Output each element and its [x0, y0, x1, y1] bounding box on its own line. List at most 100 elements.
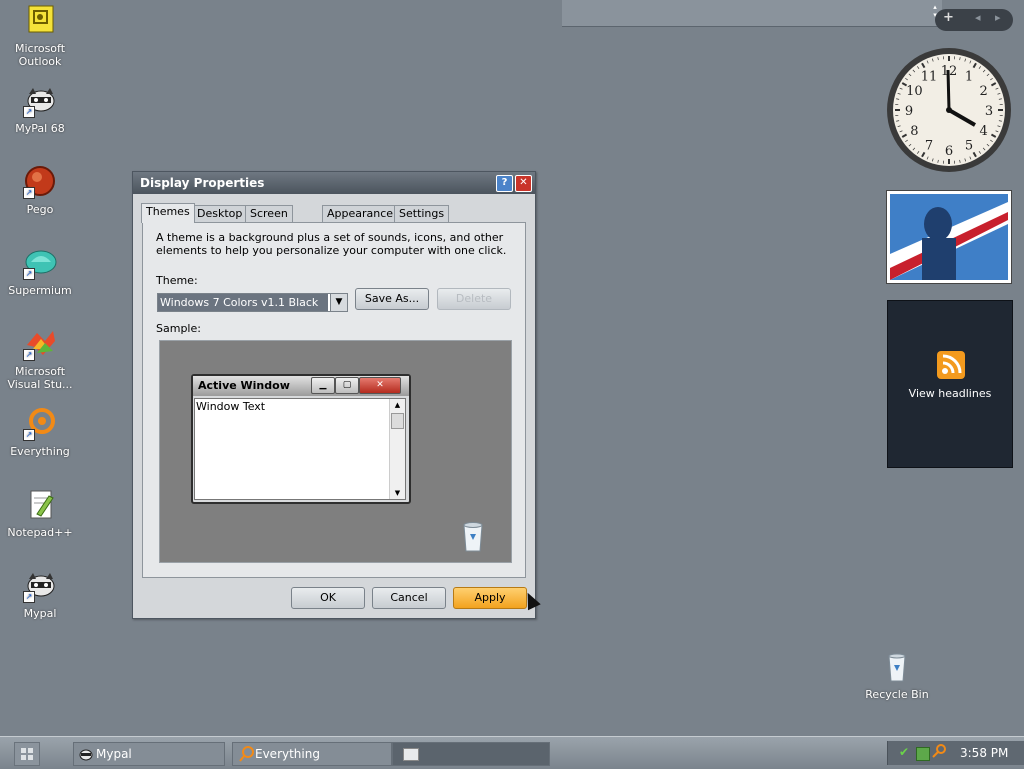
desktop-icon-label: Mypal [3, 607, 77, 620]
desktop-icon-notepad-plus-plus[interactable]: Notepad++ [3, 488, 77, 539]
rss-feed-icon [937, 351, 965, 379]
shortcut-arrow-icon: ↗ [23, 429, 35, 441]
desktop-icon-mypal[interactable]: ↗ Mypal [3, 569, 77, 620]
maximize-icon: ▢ [335, 377, 359, 394]
desktop-icon-supermium[interactable]: ↗ Supermium [3, 246, 77, 297]
taskbar-button-everything[interactable]: Everything [232, 742, 392, 766]
tab-settings[interactable]: Settings [394, 205, 449, 222]
clock-tick [902, 135, 906, 138]
close-button[interactable]: ✕ [515, 175, 532, 192]
desktop-icon-mypal-68[interactable]: ↗ MyPal 68 [3, 84, 77, 135]
recycle-bin-icon [880, 650, 914, 684]
clock-tick [979, 66, 981, 68]
cancel-button[interactable]: Cancel [372, 587, 446, 609]
sample-window-text: Window Text [196, 400, 265, 413]
clock-tick [999, 99, 1002, 100]
clock-face: 111098765432112 [893, 54, 1005, 166]
theme-select[interactable]: Windows 7 Colors v1.1 Black ▼ [157, 293, 348, 312]
apply-button[interactable]: Apply [453, 587, 527, 609]
clock-tick [913, 148, 915, 150]
clock-tick [991, 135, 995, 138]
tab-themes[interactable]: Themes [141, 203, 195, 223]
clock-tick [917, 151, 919, 153]
clock-time[interactable]: 3:58 PM [960, 746, 1008, 760]
clock-tick [927, 61, 928, 64]
clock-tick [965, 59, 966, 62]
clock-numeral: 11 [921, 69, 938, 84]
clock-dial: 111098765432112 [893, 54, 1005, 166]
tab-desktop[interactable]: Desktop [192, 205, 247, 222]
clock-numeral: 9 [905, 104, 913, 119]
scroll-down-icon: ▼ [390, 487, 405, 499]
system-tray: ✔ 3:58 PM [887, 741, 1024, 765]
clock-tick [970, 157, 971, 160]
clock-numeral: 5 [965, 139, 973, 154]
clock-tick [983, 148, 985, 150]
desktop-icon-everything[interactable]: ↗ Everything [3, 407, 77, 458]
desktop-icon-microsoft-outlook[interactable]: Microsoft Outlook [3, 4, 77, 68]
desktop-icon-microsoft-visual-studio[interactable]: ↗ Microsoft Visual Stu... [3, 327, 77, 391]
clock-tick [983, 70, 985, 72]
themes-panel: A theme is a background plus a set of so… [142, 222, 526, 578]
chevron-down-icon[interactable]: ▼ [330, 294, 347, 311]
scroll-up-icon: ▲ [390, 399, 405, 411]
clock-tick [900, 131, 903, 132]
scrollbar-thumb [391, 413, 404, 429]
desktop-icon-pego[interactable]: ↗ Pego [3, 165, 77, 216]
save-as-button[interactable]: Save As... [355, 288, 429, 310]
clock-tick [896, 121, 899, 122]
tab-screen-saver[interactable]: Screen Saver [245, 205, 293, 222]
outlook-icon [23, 4, 57, 38]
desktop-icon-label: Microsoft Visual Stu... [3, 365, 77, 391]
dialog-titlebar[interactable]: Display Properties ? ✕ [133, 172, 535, 194]
sample-label: Sample: [156, 322, 201, 335]
next-gadget-button[interactable]: ▸ [995, 11, 1001, 24]
desktop-icon-label: Supermium [3, 284, 77, 297]
clock-tick [917, 66, 919, 68]
previous-gadget-button[interactable]: ◂ [975, 11, 981, 24]
clock-tick [938, 160, 939, 163]
clock-tick [922, 152, 925, 156]
close-icon: ✕ [519, 177, 527, 188]
theme-label: Theme: [156, 274, 198, 287]
add-gadget-button[interactable]: + [943, 10, 954, 25]
view-headlines-link[interactable]: View headlines [888, 387, 1012, 400]
clock-tick [991, 83, 995, 86]
clock-numeral: 4 [980, 124, 988, 139]
help-button[interactable]: ? [496, 175, 513, 192]
clock-tick [905, 140, 907, 142]
clock-tick [905, 78, 907, 80]
clock-tick [913, 70, 915, 72]
clock-numeral: 1 [965, 69, 973, 84]
search-icon[interactable] [931, 743, 947, 759]
window-icon [403, 748, 419, 761]
sample-window-title: Active Window [198, 379, 290, 392]
ok-button[interactable]: OK [291, 587, 365, 609]
feed-headlines-gadget[interactable]: View headlines [887, 300, 1013, 468]
desktop-icon-recycle-bin[interactable]: Recycle Bin [860, 650, 934, 701]
clock-tick [998, 126, 1001, 127]
taskbar: Mypal Everything ✔ 3:58 PM [0, 736, 1024, 769]
clock-tick [974, 63, 977, 67]
delete-button[interactable]: Delete [437, 288, 511, 310]
taskbar-button-mypal[interactable]: Mypal [73, 742, 225, 766]
sample-recycle-bin-icon [460, 520, 486, 555]
mypal-icon: ↗ [23, 84, 57, 118]
notepad-plus-plus-icon [23, 488, 57, 522]
pego-icon: ↗ [23, 165, 57, 199]
sample-active-window: Active Window ▁ ▢ ✕ Window Text ▲ ▼ [191, 374, 411, 504]
taskbar-button-label: Everything [255, 747, 320, 761]
tab-appearance[interactable]: Appearance [322, 205, 398, 222]
clock-tick [987, 74, 989, 76]
everything-icon [238, 746, 254, 762]
language-icon[interactable] [916, 747, 930, 761]
clock-numeral: 8 [910, 124, 918, 139]
slideshow-gadget[interactable] [886, 190, 1012, 284]
mypal-icon: ↗ [23, 569, 57, 603]
taskbar-button-display-properties[interactable] [392, 742, 550, 766]
clock-gadget[interactable]: 111098765432112 [887, 48, 1011, 172]
start-button[interactable] [14, 742, 40, 766]
desktop-icon-label: Microsoft Outlook [3, 42, 77, 68]
clock-tick [965, 159, 966, 162]
network-icon[interactable]: ✔ [899, 745, 913, 759]
